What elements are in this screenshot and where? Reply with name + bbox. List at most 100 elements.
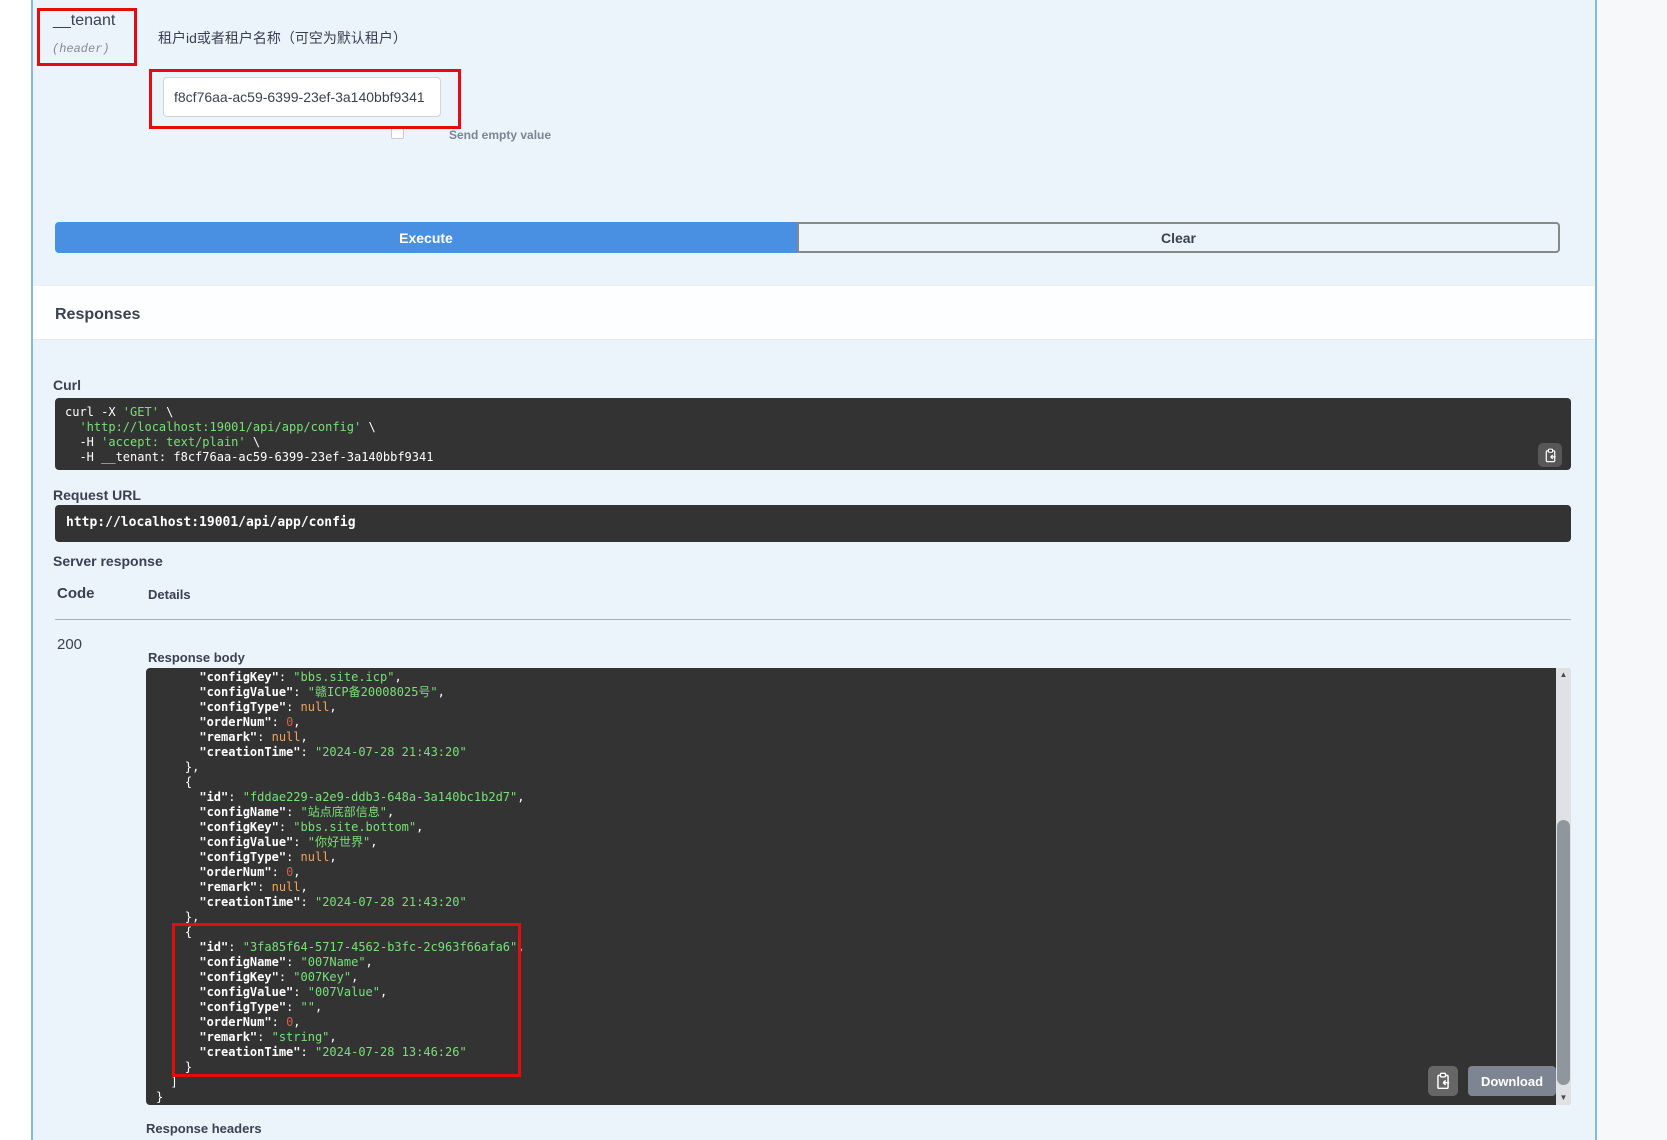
code-segment-nul: null xyxy=(301,850,330,864)
code-segment-p: , xyxy=(517,940,524,954)
code-segment-s: "007Name" xyxy=(301,955,366,969)
code-segment-p xyxy=(156,1000,199,1014)
code-line: { xyxy=(156,925,1551,940)
code-segment-k: "configType" xyxy=(199,850,286,864)
server-response-label: Server response xyxy=(53,553,163,569)
scrollbar-down-arrow[interactable]: ▼ xyxy=(1556,1091,1571,1105)
code-segment-k: "configKey" xyxy=(199,820,278,834)
code-segment-p: , xyxy=(293,865,300,879)
code-line: "configValue": "你好世界", xyxy=(156,835,1551,850)
code-segment-p: , xyxy=(315,1000,322,1014)
code-segment-p: : xyxy=(257,1030,271,1044)
code-segment-p xyxy=(156,895,199,909)
code-segment-k: "id" xyxy=(199,790,228,804)
code-segment-p: : xyxy=(257,730,271,744)
code-segment-p: , xyxy=(293,715,300,729)
code-segment-k: "configValue" xyxy=(199,985,293,999)
download-button[interactable]: Download xyxy=(1468,1066,1556,1096)
code-segment-p xyxy=(156,700,199,714)
code-segment-p xyxy=(156,940,199,954)
code-segment-k: "orderNum" xyxy=(199,1015,271,1029)
details-column-header: Details xyxy=(148,587,191,602)
code-segment-p: : xyxy=(293,685,307,699)
code-segment-p xyxy=(156,865,199,879)
clipboard-copy-icon xyxy=(1434,1072,1452,1090)
clear-button[interactable]: Clear xyxy=(797,222,1560,253)
code-line: "creationTime": "2024-07-28 13:46:26" xyxy=(156,1045,1551,1060)
code-line: } xyxy=(156,1060,1551,1075)
code-segment-p: : xyxy=(286,850,300,864)
code-line: } xyxy=(156,1090,1551,1105)
curl-code-block: curl -X 'GET' \ 'http://localhost:19001/… xyxy=(55,398,1571,470)
code-segment-p xyxy=(156,1045,199,1059)
response-body-block[interactable]: "configKey": "bbs.site.icp", "configValu… xyxy=(146,668,1571,1105)
code-segment-s: "3fa85f64-5717-4562-b3fc-2c963f66afa6" xyxy=(243,940,518,954)
code-segment-k: "orderNum" xyxy=(199,715,271,729)
code-segment-s: "007Key" xyxy=(293,970,351,984)
code-line: "remark": null, xyxy=(156,880,1551,895)
code-segment-p: , xyxy=(366,955,373,969)
code-segment-p: , xyxy=(329,1030,336,1044)
code-line: "creationTime": "2024-07-28 21:43:20" xyxy=(156,895,1551,910)
scrollbar-up-arrow[interactable]: ▲ xyxy=(1556,668,1571,682)
page-right-gutter xyxy=(1597,0,1667,1140)
code-line: "configValue": "007Value", xyxy=(156,985,1551,1000)
code-segment-p: }, xyxy=(156,910,199,924)
code-segment-p xyxy=(156,730,199,744)
code-segment-k: "orderNum" xyxy=(199,865,271,879)
response-scrollbar-thumb[interactable] xyxy=(1557,820,1570,1085)
code-segment-p xyxy=(156,835,199,849)
copy-response-button[interactable] xyxy=(1428,1066,1458,1096)
code-segment-p: : xyxy=(286,805,300,819)
copy-curl-button[interactable] xyxy=(1538,443,1562,467)
code-line: "id": "3fa85f64-5717-4562-b3fc-2c963f66a… xyxy=(156,940,1551,955)
tenant-value-input[interactable] xyxy=(163,77,441,117)
code-segment-s: "bbs.site.bottom" xyxy=(293,820,416,834)
code-segment-p: -H __tenant: f8cf76aa-ac59-6399-23ef-3a1… xyxy=(65,450,433,464)
code-segment-k: "creationTime" xyxy=(199,895,300,909)
code-segment-p: , xyxy=(416,820,423,834)
opblock-left-border xyxy=(31,0,33,1140)
code-segment-k: "configName" xyxy=(199,955,286,969)
code-segment-k: "remark" xyxy=(199,880,257,894)
code-line: "configType": "", xyxy=(156,1000,1551,1015)
response-table-divider xyxy=(55,619,1571,620)
code-segment-p xyxy=(156,1030,199,1044)
code-segment-k: "configName" xyxy=(199,805,286,819)
send-empty-value-checkbox[interactable] xyxy=(391,126,404,139)
code-segment-k: "configKey" xyxy=(199,670,278,684)
code-line: { xyxy=(156,775,1551,790)
code-segment-p: { xyxy=(156,775,192,789)
curl-label: Curl xyxy=(53,377,81,393)
code-segment-p: : xyxy=(286,700,300,714)
code-segment-p: curl -X xyxy=(65,405,123,419)
code-segment-s: "赣ICP备20008025号" xyxy=(308,685,438,699)
execute-button[interactable]: Execute xyxy=(55,222,797,253)
code-line: "configType": null, xyxy=(156,700,1551,715)
code-line: "configKey": "bbs.site.icp", xyxy=(156,670,1551,685)
request-url-label: Request URL xyxy=(53,487,141,503)
code-line: "configKey": "007Key", xyxy=(156,970,1551,985)
code-segment-p: \ xyxy=(159,405,173,419)
code-segment-p: : xyxy=(257,880,271,894)
code-segment-p: : xyxy=(272,1015,286,1029)
code-line: "configType": null, xyxy=(156,850,1551,865)
code-segment-s: 'http://localhost:19001/api/app/config' xyxy=(79,420,361,434)
code-segment-p: : xyxy=(301,745,315,759)
code-line: "configValue": "赣ICP备20008025号", xyxy=(156,685,1551,700)
code-segment-p: , xyxy=(301,880,308,894)
code-segment-p: : xyxy=(228,790,242,804)
code-segment-p: , xyxy=(293,1015,300,1029)
code-line: "orderNum": 0, xyxy=(156,1015,1551,1030)
code-line: 'http://localhost:19001/api/app/config' … xyxy=(65,420,1561,435)
code-segment-p: }, xyxy=(156,760,199,774)
code-segment-s: "2024-07-28 13:46:26" xyxy=(315,1045,467,1059)
status-code: 200 xyxy=(57,636,82,653)
code-segment-p xyxy=(156,745,199,759)
code-segment-p: \ xyxy=(361,420,375,434)
code-segment-k: "creationTime" xyxy=(199,745,300,759)
code-segment-p: : xyxy=(279,970,293,984)
code-segment-p: : xyxy=(279,670,293,684)
code-line: ] xyxy=(156,1075,1551,1090)
code-line: "configKey": "bbs.site.bottom", xyxy=(156,820,1551,835)
